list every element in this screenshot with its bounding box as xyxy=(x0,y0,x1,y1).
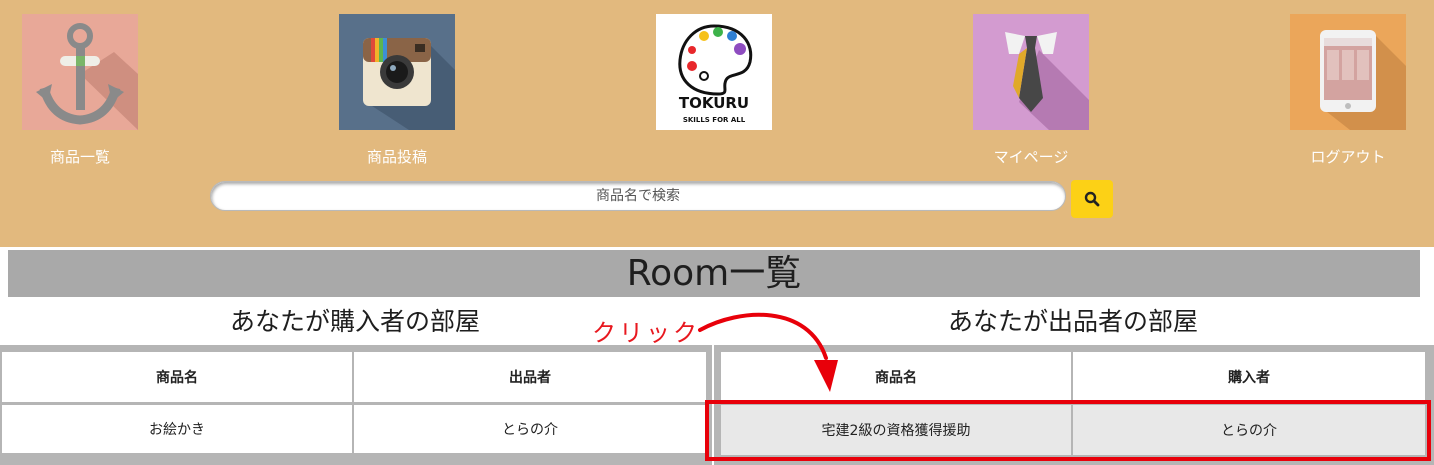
header: 商品一覧 商品投稿 TOKURU SKILLS FOR ALL マイページ ログ… xyxy=(0,0,1434,247)
column-header-product: 商品名 xyxy=(2,352,352,402)
nav-products-label[interactable]: 商品一覧 xyxy=(0,146,160,167)
page-title: Room一覧 xyxy=(8,250,1420,297)
table-cell-product[interactable]: お絵かき xyxy=(2,405,352,453)
logo-tagline: SKILLS FOR ALL xyxy=(683,116,746,124)
search-input[interactable] xyxy=(210,181,1066,211)
nav-products-tile[interactable] xyxy=(22,14,138,130)
camera-icon xyxy=(339,14,455,130)
column-header-seller: 出品者 xyxy=(354,352,706,402)
anchor-icon xyxy=(22,14,138,130)
logo-tile[interactable]: TOKURU SKILLS FOR ALL xyxy=(656,14,772,130)
click-annotation: クリック xyxy=(592,319,700,347)
table-cell-person[interactable]: とらの介 xyxy=(354,405,706,453)
highlight-box xyxy=(705,400,1431,461)
nav-logout-label[interactable]: ログアウト xyxy=(1268,146,1428,167)
nav-post-label[interactable]: 商品投稿 xyxy=(317,146,477,167)
buyer-rooms-table: 商品名 出品者 お絵かき とらの介 xyxy=(0,345,712,465)
nav-mypage-tile[interactable] xyxy=(973,14,1089,130)
logo-wordmark: TOKURU xyxy=(679,94,749,112)
nav-logout-tile[interactable] xyxy=(1290,14,1406,130)
arrow-icon xyxy=(698,312,838,392)
search-button[interactable] xyxy=(1071,180,1113,218)
search-icon xyxy=(1084,191,1100,207)
palette-logo-icon: TOKURU SKILLS FOR ALL xyxy=(656,14,772,130)
nav-post-tile[interactable] xyxy=(339,14,455,130)
nav-mypage-label[interactable]: マイページ xyxy=(951,146,1111,167)
search-bar xyxy=(210,181,1066,211)
tie-icon xyxy=(973,14,1089,130)
tablet-icon xyxy=(1290,14,1406,130)
column-header-buyer: 購入者 xyxy=(1073,352,1425,402)
